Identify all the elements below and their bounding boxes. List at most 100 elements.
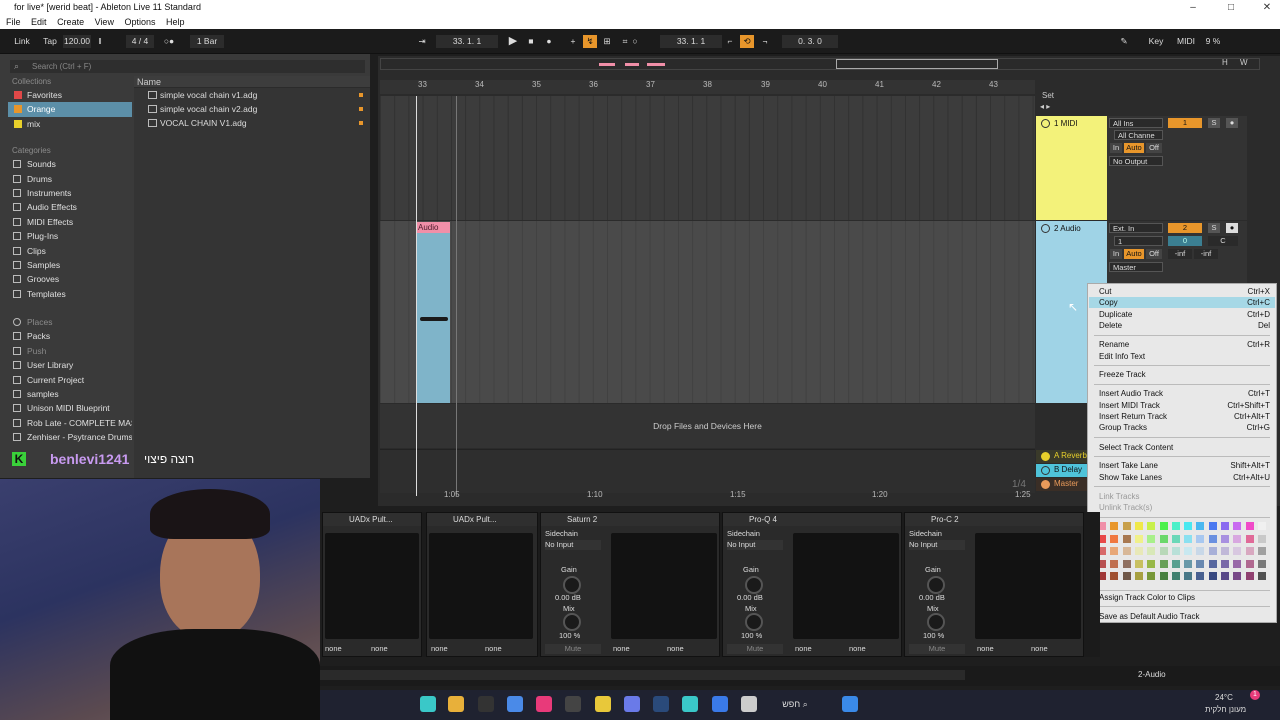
category-grooves[interactable]: Grooves [8,272,132,286]
color-swatch[interactable] [1171,572,1180,580]
metronome-icon[interactable]: ○● [158,35,180,48]
color-swatch[interactable] [1171,534,1180,543]
mix-value[interactable]: 100 % [741,631,762,641]
device-uadx-1[interactable]: UADx Pult... none none [322,512,422,657]
stop-icon[interactable]: ■ [524,35,538,48]
color-swatch[interactable] [1257,547,1266,555]
mute-button[interactable]: Mute [545,644,601,654]
device-pro-c-2[interactable]: Pro-C 2 Sidechain No Input Gain 0.00 dB … [904,512,1084,657]
midi-input-select[interactable]: All Ins [1109,118,1163,128]
fold-icon[interactable] [1041,119,1050,128]
solo-button[interactable]: S [1208,118,1220,128]
place-user-library[interactable]: User Library [8,358,132,372]
loop-start-field[interactable]: 33. 1. 1 [660,35,722,48]
midi-channel-select[interactable]: All Channe [1114,130,1163,140]
tiktok-icon[interactable] [536,696,552,712]
overview-strip[interactable] [380,58,1260,70]
color-swatch[interactable] [1245,572,1254,580]
mix-value[interactable]: 100 % [923,631,944,641]
steam-icon[interactable] [653,696,669,712]
color-swatch[interactable] [1196,522,1205,530]
track-activator-button[interactable]: 1 [1168,118,1202,128]
telegram-icon[interactable] [507,696,523,712]
menu-item-freeze-track[interactable]: Freeze Track [1099,369,1270,380]
return-track-lanes[interactable] [380,449,1035,493]
volume-field[interactable]: 0 [1168,236,1202,246]
audio-clip-header[interactable]: Audio [416,222,450,233]
color-swatch[interactable] [1184,559,1193,568]
macro-select[interactable]: none [1031,644,1081,654]
macro-select[interactable]: none [485,644,533,654]
draw-mode-icon[interactable]: ✎ [1118,35,1130,48]
record-icon[interactable]: ● [542,35,556,48]
arm-icon[interactable]: ● [1226,223,1238,233]
audio-track-lane[interactable] [380,221,1035,403]
color-swatch[interactable] [1110,572,1119,580]
audio-input-select[interactable]: Ext. In [1109,223,1163,233]
audio-output-select[interactable]: Master [1109,262,1163,272]
file-item[interactable]: VOCAL CHAIN V1.adg [134,116,370,130]
gain-knob[interactable] [745,576,763,594]
nudge-icon[interactable]: ‖ [92,35,108,48]
menu-item-insert-take-lane[interactable]: Insert Take Lane Shift+Alt+T [1099,460,1270,471]
category-clips[interactable]: Clips [8,244,132,258]
gain-value[interactable]: 0.00 dB [555,593,581,603]
place-push[interactable]: Push [8,344,132,358]
color-swatch[interactable] [1110,547,1119,555]
category-instruments[interactable]: Instruments [8,186,132,200]
track-activator-button[interactable]: 2 [1168,223,1202,233]
device-uadx-2[interactable]: UADx Pult... none none [426,512,538,657]
color-swatch[interactable] [1147,572,1156,580]
color-swatch[interactable] [1134,534,1143,543]
menu-item-copy[interactable]: Copy Ctrl+C [1089,297,1275,308]
color-swatch[interactable] [1245,547,1254,555]
menu-item-assign-color-to-clips[interactable]: Assign Track Color to Clips [1099,592,1270,603]
fold-icon[interactable] [1041,452,1050,461]
mix-knob[interactable] [927,613,945,631]
capture-icon[interactable]: ○ [628,35,642,48]
color-swatch[interactable] [1122,547,1131,555]
discord-icon[interactable] [624,696,640,712]
color-swatch[interactable] [1134,572,1143,580]
monitor-off-button[interactable]: Off [1146,143,1162,153]
menu-create[interactable]: Create [57,17,84,27]
color-swatch[interactable] [1233,522,1242,530]
color-swatch[interactable] [1159,547,1168,555]
overdub-icon[interactable]: + [566,35,580,48]
sidechain-input-select[interactable]: No Input [545,540,601,550]
category-sounds[interactable]: Sounds [8,157,132,171]
color-swatch[interactable] [1221,522,1229,530]
gain-knob[interactable] [927,576,945,594]
file-item[interactable]: simple vocal chain v1.adg [134,88,370,102]
track-header-midi[interactable]: 1 MIDI [1036,116,1107,220]
hide-arrangement-icon[interactable]: H [1222,58,1228,67]
place-current-project[interactable]: Current Project [8,373,132,387]
color-swatch[interactable] [1257,559,1266,568]
color-swatch[interactable] [1196,547,1205,555]
file-item[interactable]: simple vocal chain v2.adg [134,102,370,116]
sidechain-input-select[interactable]: No Input [909,540,965,550]
place-unison[interactable]: Unison MIDI Blueprint [8,401,132,415]
color-swatch[interactable] [1196,559,1205,568]
category-audio-effects[interactable]: Audio Effects [8,200,132,214]
color-swatch[interactable] [1122,534,1131,543]
color-swatch[interactable] [1245,534,1254,543]
color-swatch[interactable] [1208,522,1217,530]
key-map-button[interactable]: Key [1145,35,1167,48]
category-midi-effects[interactable]: MIDI Effects [8,215,132,229]
menu-edit[interactable]: Edit [31,17,47,27]
color-swatch[interactable] [1221,572,1229,580]
color-swatch[interactable] [1233,572,1242,580]
color-swatch[interactable] [1245,559,1254,568]
color-swatch[interactable] [1171,522,1180,530]
color-swatch[interactable] [1159,559,1168,568]
color-swatch[interactable] [1233,547,1242,555]
macro-select[interactable]: none [977,644,1027,654]
color-swatch[interactable] [1134,547,1143,555]
mix-value[interactable]: 100 % [559,631,580,641]
collection-orange[interactable]: Orange [8,102,132,117]
punch-in-icon[interactable]: ⌐ [722,35,738,48]
color-swatch[interactable] [1208,534,1217,543]
color-swatch[interactable] [1184,572,1193,580]
color-swatch[interactable] [1208,559,1217,568]
